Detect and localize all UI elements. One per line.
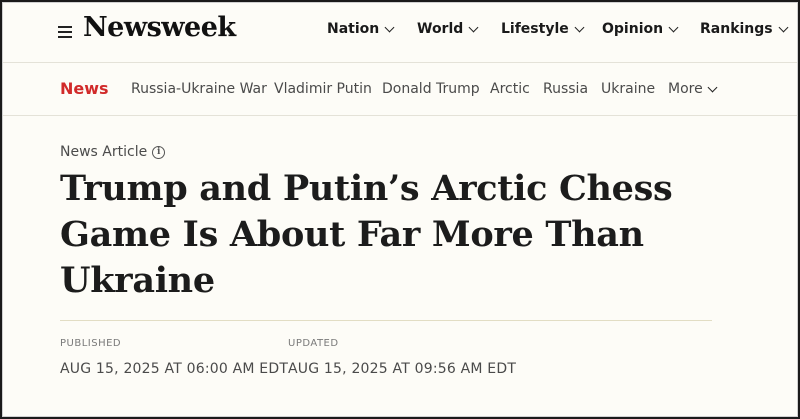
- nav-item-nation[interactable]: Nation: [327, 21, 395, 37]
- info-icon[interactable]: i: [152, 145, 166, 159]
- topic-link[interactable]: Donald Trump: [382, 81, 480, 97]
- article-type-label: News Article: [60, 144, 148, 160]
- chevron-down-icon: [468, 22, 479, 32]
- nav-item-label: Lifestyle: [501, 21, 569, 37]
- chevron-down-icon: [574, 22, 585, 32]
- nav-item-label: Nation: [327, 21, 380, 37]
- nav-item-opinion[interactable]: Opinion: [602, 21, 679, 37]
- updated-date: AUG 15, 2025 AT 09:56 AM EDT: [288, 361, 517, 377]
- main-nav: Nation World Lifestyle Opinion Rankings: [3, 21, 797, 43]
- nav-item-label: Rankings: [700, 21, 773, 37]
- nav-item-rankings[interactable]: Rankings: [700, 21, 789, 37]
- divider: [60, 320, 712, 321]
- updated-label: UPDATED: [288, 338, 339, 349]
- chevron-down-icon: [707, 82, 718, 92]
- more-label: More: [668, 81, 703, 97]
- published-date: AUG 15, 2025 AT 06:00 AM EDT: [60, 361, 289, 377]
- nav-item-world[interactable]: World: [417, 21, 479, 37]
- topic-link[interactable]: Arctic: [490, 81, 530, 97]
- article-type: News Article i: [60, 144, 166, 160]
- more-topics-button[interactable]: More: [668, 81, 718, 97]
- nav-item-lifestyle[interactable]: Lifestyle: [501, 21, 585, 37]
- chevron-down-icon: [668, 22, 679, 32]
- site-header: Newsweek Nation World Lifestyle Opinion …: [3, 3, 797, 61]
- chevron-down-icon: [384, 22, 395, 32]
- article-headline: Trump and Putin’s Arctic Chess Game Is A…: [60, 168, 673, 301]
- topic-nav: News Russia-Ukraine War Vladimir Putin D…: [3, 62, 797, 116]
- nav-item-label: Opinion: [602, 21, 664, 37]
- chevron-down-icon: [778, 22, 789, 32]
- topic-link[interactable]: Vladimir Putin: [274, 81, 372, 97]
- published-label: PUBLISHED: [60, 338, 122, 349]
- topic-link[interactable]: Ukraine: [601, 81, 655, 97]
- topic-link[interactable]: Russia: [543, 81, 588, 97]
- browser-viewport: Newsweek Nation World Lifestyle Opinion …: [2, 2, 798, 417]
- nav-item-label: World: [417, 21, 464, 37]
- topic-link[interactable]: Russia-Ukraine War: [131, 81, 267, 97]
- section-link-news[interactable]: News: [60, 79, 109, 98]
